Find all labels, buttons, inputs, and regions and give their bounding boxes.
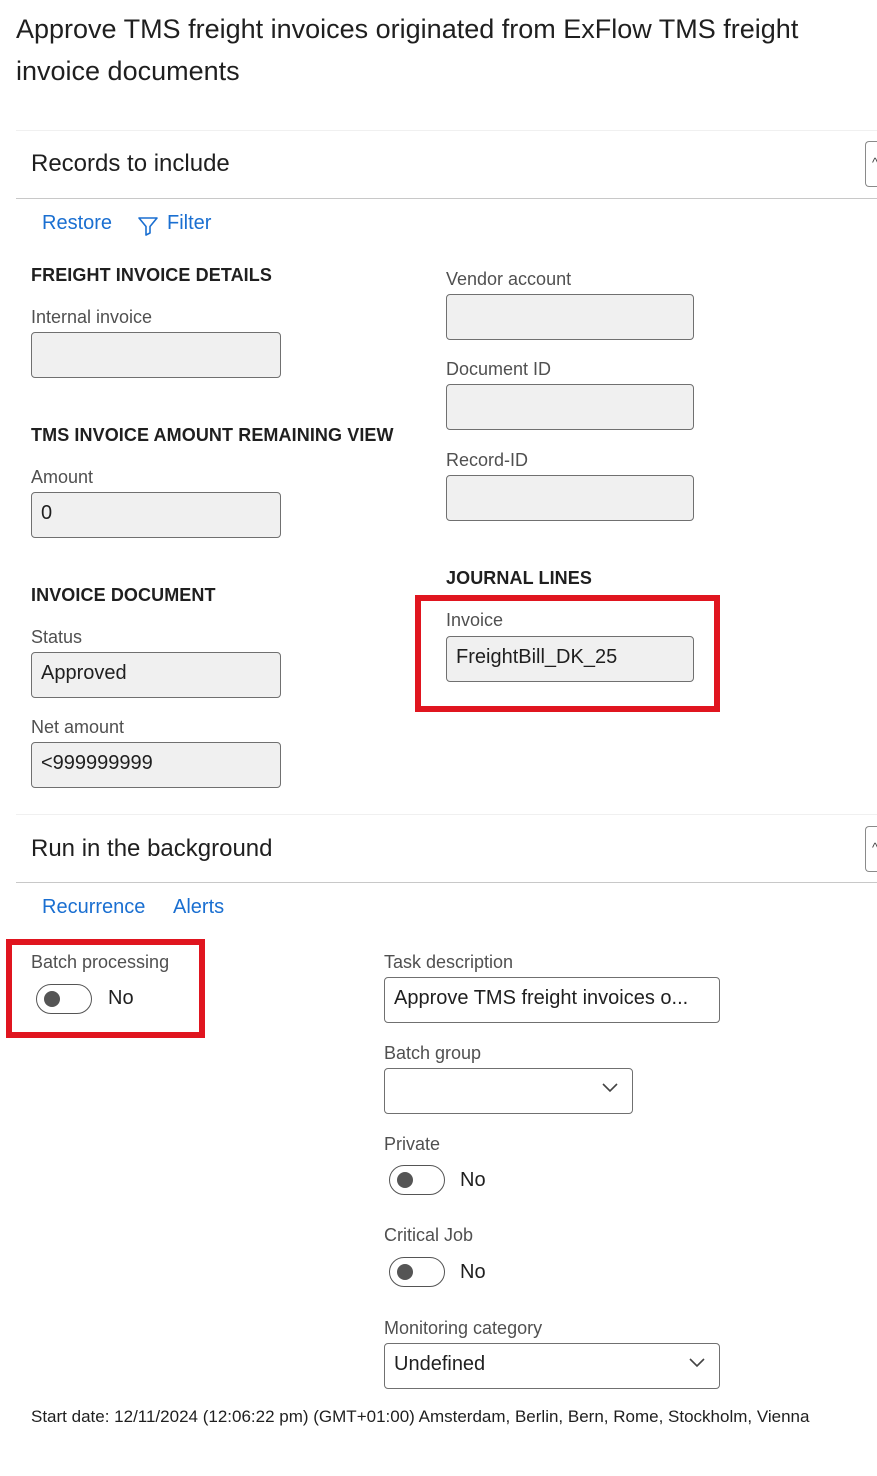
- vendor-account-field[interactable]: [446, 294, 694, 340]
- recurrence-button[interactable]: Recurrence: [42, 896, 145, 919]
- internal-invoice-field[interactable]: [31, 332, 281, 378]
- journal-lines-title: JOURNAL LINES: [446, 568, 592, 588]
- chevron-up-icon: ^: [872, 840, 877, 855]
- toggle-knob: [44, 991, 60, 1007]
- batch-group-label: Batch group: [384, 1043, 482, 1063]
- private-value: No: [460, 1169, 486, 1191]
- chevron-up-icon: ^: [872, 155, 877, 170]
- internal-invoice-label: Internal invoice: [31, 307, 153, 327]
- task-description-label: Task description: [384, 952, 514, 972]
- alerts-button[interactable]: Alerts: [173, 896, 224, 919]
- status-label: Status: [31, 627, 83, 647]
- batch-processing-value: No: [108, 987, 134, 1009]
- toggle-knob: [397, 1264, 413, 1280]
- toggle-knob: [397, 1172, 413, 1188]
- filter-icon: [138, 217, 158, 236]
- start-date-text: Start date: 12/11/2024 (12:06:22 pm) (GM…: [31, 1407, 810, 1426]
- records-collapse-button[interactable]: ^: [865, 141, 877, 187]
- amount-label: Amount: [31, 467, 94, 487]
- document-id-label: Document ID: [446, 359, 552, 379]
- journal-invoice-field[interactable]: FreightBill_DK_25: [446, 636, 694, 682]
- net-amount-label: Net amount: [31, 717, 125, 737]
- critical-job-toggle[interactable]: [389, 1257, 445, 1287]
- monitoring-category-label: Monitoring category: [384, 1318, 543, 1338]
- private-toggle[interactable]: [389, 1165, 445, 1195]
- amount-field[interactable]: 0: [31, 492, 281, 538]
- records-section-divider: [16, 198, 877, 199]
- filter-label: Filter: [167, 212, 212, 234]
- monitoring-category-select[interactable]: Undefined: [384, 1343, 720, 1389]
- record-id-field[interactable]: [446, 475, 694, 521]
- critical-job-value: No: [460, 1261, 486, 1283]
- chevron-down-icon: [602, 1083, 618, 1093]
- restore-button[interactable]: Restore: [42, 212, 112, 235]
- private-label: Private: [384, 1134, 441, 1154]
- records-section-title: Records to include: [31, 150, 230, 177]
- status-field[interactable]: Approved: [31, 652, 281, 698]
- chevron-down-icon: [689, 1358, 705, 1368]
- batch-processing-label: Batch processing: [31, 952, 170, 972]
- background-section-divider: [16, 882, 877, 883]
- vendor-account-label: Vendor account: [446, 269, 572, 289]
- task-description-field[interactable]: Approve TMS freight invoices o...: [384, 977, 720, 1023]
- freight-invoice-details-title: FREIGHT INVOICE DETAILS: [31, 265, 272, 285]
- background-top-divider: [16, 814, 877, 815]
- critical-job-label: Critical Job: [384, 1225, 474, 1245]
- section-top-divider: [16, 130, 877, 131]
- page-title: Approve TMS freight invoices originated …: [16, 14, 799, 86]
- net-amount-field[interactable]: <999999999: [31, 742, 281, 788]
- monitoring-category-value: Undefined: [394, 1353, 486, 1375]
- batch-group-select[interactable]: [384, 1068, 633, 1114]
- journal-invoice-label: Invoice: [446, 610, 504, 630]
- batch-processing-toggle[interactable]: [36, 984, 92, 1014]
- invoice-document-title: INVOICE DOCUMENT: [31, 585, 216, 605]
- document-id-field[interactable]: [446, 384, 694, 430]
- record-id-label: Record-ID: [446, 450, 529, 470]
- background-collapse-button[interactable]: ^: [865, 826, 877, 872]
- background-section-title: Run in the background: [31, 835, 273, 862]
- tms-invoice-amount-remaining-view-title: TMS INVOICE AMOUNT REMAINING VIEW: [31, 425, 394, 445]
